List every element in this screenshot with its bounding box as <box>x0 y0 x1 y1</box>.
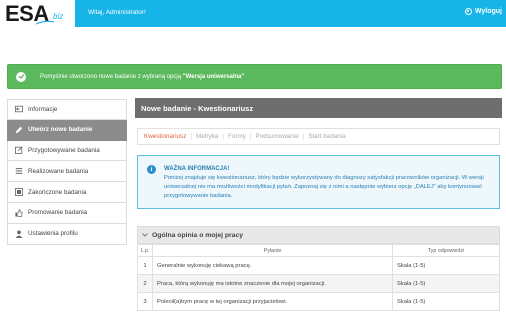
edit-icon <box>14 146 23 155</box>
column-header-lp: L.p. <box>137 244 153 257</box>
table-row: 3 Polecił(a)bym pracę w tej organizacji … <box>137 292 500 311</box>
top-navbar: ESA biz Witaj, Administrator! Wyloguj <box>0 0 506 27</box>
step-metryka[interactable]: Metryka <box>196 133 218 140</box>
chevron-down-icon <box>138 233 152 237</box>
info-alert: i WAŻNA INFORMACJA! Poniżej znajduje się… <box>137 155 500 209</box>
logo-sub-text: biz <box>53 12 64 21</box>
questions-table: L.p. Pytanie Typ odpowiedzi 1 Generalnie… <box>137 244 500 311</box>
archive-icon <box>14 188 23 197</box>
info-text: Poniżej znajduje się kwestionariusz, któ… <box>164 175 484 199</box>
thumbs-up-icon <box>14 208 23 217</box>
step-separator: | <box>190 133 192 140</box>
step-podsumowanie[interactable]: Podsumowanie <box>256 133 299 140</box>
table-row: 2 Praca, którą wykonuję ma istotne znacz… <box>137 274 500 293</box>
user-icon <box>14 229 23 238</box>
sidebar-item-przygotowywane-badania[interactable]: Przygotowywane badania <box>7 140 127 162</box>
cell-question: Generalnie wykonuję ciekawą pracę. <box>152 256 393 275</box>
step-formy[interactable]: Formy <box>228 133 246 140</box>
table-row: 1 Generalnie wykonuję ciekawą pracę. Ska… <box>137 256 500 275</box>
arrow-left-icon <box>14 105 23 114</box>
logout-label: Wyloguj <box>474 8 502 15</box>
sidebar-item-ustawienia-profilu[interactable]: Ustawienia profilu <box>7 223 127 245</box>
step-separator: | <box>302 133 305 140</box>
sidebar-item-label: Zakończone badania <box>28 188 87 196</box>
cell-question: Praca, którą wykonuję ma istotne znaczen… <box>152 274 393 293</box>
power-icon <box>464 8 472 15</box>
sidebar-item-label: Promowanie badania <box>28 209 88 217</box>
section-title: Ogólna opinia o mojej pracy <box>152 231 244 239</box>
cell-lp: 1 <box>137 256 153 275</box>
pencil-icon <box>14 125 23 134</box>
sidebar-item-utworz-nowe-badanie[interactable]: Utwórz nowe badanie <box>7 119 127 141</box>
sidebar-item-label: Utwórz nowe badanie <box>28 126 93 134</box>
cell-lp: 2 <box>137 274 153 293</box>
page-title: Nowe badanie - Kwestionariusz <box>135 98 502 118</box>
cell-question: Polecił(a)bym pracę w tej organizacji pr… <box>152 292 393 311</box>
sidebar-menu: Informacje Utwórz nowe badanie Przygotow… <box>7 99 127 245</box>
logo-swoosh-icon <box>36 20 54 25</box>
sidebar-item-informacje[interactable]: Informacje <box>7 99 127 120</box>
sidebar-item-promowanie-badania[interactable]: Promowanie badania <box>7 202 127 224</box>
cell-type: Skala (1-5) <box>392 256 500 275</box>
sidebar-item-label: Informacje <box>28 105 58 113</box>
table-header-row: L.p. Pytanie Typ odpowiedzi <box>137 244 500 257</box>
step-separator: | <box>249 133 252 140</box>
info-title: WAŻNA INFORMACJA! <box>164 166 230 172</box>
check-icon <box>16 71 26 82</box>
wizard-steps: Kwestionariusz | Metryka | Formy | Podsu… <box>137 128 500 145</box>
cell-type: Skala (1-5) <box>392 292 500 311</box>
column-header-typ: Typ odpowiedzi <box>392 244 500 257</box>
sidebar-item-realizowane-badania[interactable]: Realizowane badania <box>7 161 127 183</box>
list-icon <box>14 167 23 176</box>
success-alert: Pomyślnie utworzono nowe badanie z wybra… <box>7 64 502 89</box>
logout-button[interactable]: Wyloguj <box>464 8 502 15</box>
sidebar-item-label: Realizowane badania <box>28 167 89 175</box>
column-header-pytanie: Pytanie <box>152 244 393 257</box>
cell-type: Skala (1-5) <box>392 274 500 293</box>
logo[interactable]: ESA biz <box>0 0 75 27</box>
sidebar-item-zakonczone-badania[interactable]: Zakończone badania <box>7 182 127 203</box>
sidebar-item-label: Ustawienia profilu <box>28 230 78 238</box>
welcome-text: Witaj, Administrator! <box>88 9 146 16</box>
step-separator: | <box>222 133 225 140</box>
cell-lp: 3 <box>137 292 153 311</box>
step-start-badania[interactable]: Start badania <box>308 133 345 140</box>
sidebar-item-label: Przygotowywane badania <box>28 146 100 154</box>
success-alert-text: Pomyślnie utworzono nowe badanie z wybra… <box>40 73 245 80</box>
step-kwestionariusz[interactable]: Kwestionariusz <box>144 133 186 140</box>
info-icon: i <box>147 165 156 174</box>
section-header[interactable]: Ogólna opinia o mojej pracy <box>137 226 500 244</box>
